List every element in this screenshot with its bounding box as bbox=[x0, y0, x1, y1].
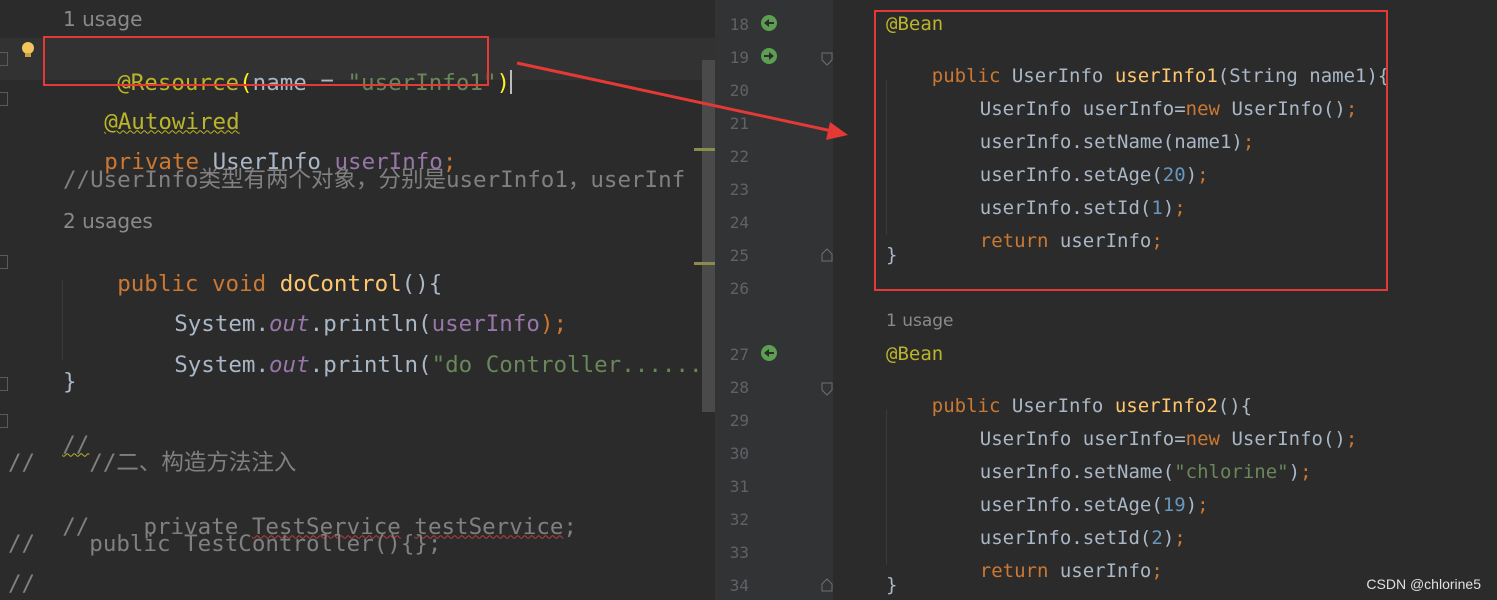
line-number: 25 bbox=[729, 246, 749, 265]
scroll-marker-2 bbox=[694, 262, 715, 265]
line-number: 28 bbox=[729, 378, 749, 397]
comment-empty-line-2: // bbox=[8, 571, 36, 597]
fold-marker-icon[interactable] bbox=[821, 578, 833, 592]
comment-line: //UserInfo类型有两个对象，分别是userInfo1，userInf bbox=[63, 167, 686, 193]
semicolon: ; bbox=[1345, 428, 1358, 450]
scroll-marker-1 bbox=[694, 148, 715, 151]
lightbulb-icon[interactable] bbox=[18, 40, 38, 60]
method-close-brace: } bbox=[63, 369, 77, 395]
gutter-mark-4 bbox=[0, 377, 8, 391]
fold-marker-icon[interactable] bbox=[821, 52, 833, 66]
semicolon: ; bbox=[1151, 560, 1163, 582]
bean-gutter-icon[interactable] bbox=[759, 13, 779, 33]
println-call: .println( bbox=[309, 351, 432, 378]
line-number: 19 bbox=[729, 48, 749, 67]
line-number: 23 bbox=[729, 180, 749, 199]
comment-private-end: ; bbox=[563, 513, 577, 540]
line-number: 34 bbox=[729, 576, 749, 595]
fold-marker-icon[interactable] bbox=[821, 248, 833, 262]
right-editor-pane[interactable]: 18 19 20 21 22 23 24 25 26 27 28 29 30 3… bbox=[715, 0, 1497, 600]
close-paren: ) bbox=[1185, 494, 1198, 516]
comment-public-ctor-line: // public TestController(){}; bbox=[8, 531, 442, 557]
line-number: 21 bbox=[729, 114, 749, 133]
semicolon: ; bbox=[1300, 461, 1312, 483]
return-value: userInfo bbox=[1048, 560, 1152, 582]
bean2-close-brace: } bbox=[886, 574, 898, 596]
bean1-highlight-box bbox=[874, 10, 1388, 291]
resource-highlight-box bbox=[43, 36, 489, 86]
gutter-mark-3 bbox=[0, 255, 8, 269]
line-number: 29 bbox=[729, 411, 749, 430]
line-number: 18 bbox=[729, 15, 749, 34]
gutter-mark-1 bbox=[0, 52, 8, 66]
close-paren-highlight: ) bbox=[496, 69, 511, 96]
usages-hint[interactable]: 2 usages bbox=[63, 211, 153, 231]
line-number: 32 bbox=[729, 510, 749, 529]
line-number: 20 bbox=[729, 81, 749, 100]
usage-hint[interactable]: 1 usage bbox=[886, 313, 954, 330]
watermark: CSDN @chlorine5 bbox=[1366, 576, 1481, 592]
close-paren: ) bbox=[1288, 461, 1301, 483]
line-number: 22 bbox=[729, 147, 749, 166]
semicolon: ; bbox=[1197, 494, 1209, 516]
gutter-mark-2 bbox=[0, 92, 8, 106]
semicolon: ; bbox=[1174, 527, 1186, 549]
line-number: 27 bbox=[729, 345, 749, 364]
out-field: out bbox=[269, 351, 310, 378]
bean-gutter-icon[interactable] bbox=[759, 343, 779, 363]
comment-constructor-line: // //二、构造方法注入 bbox=[8, 450, 297, 476]
line-number: 26 bbox=[729, 279, 749, 298]
bean-annotation: @Bean bbox=[886, 343, 944, 365]
bean-gutter-icon[interactable] bbox=[759, 46, 779, 66]
return-keyword: return bbox=[979, 560, 1049, 582]
line-number: 31 bbox=[729, 477, 749, 496]
line-number: 24 bbox=[729, 213, 749, 232]
vertical-scrollbar[interactable] bbox=[702, 60, 715, 412]
text-caret bbox=[510, 69, 513, 94]
line-number: 33 bbox=[729, 543, 749, 562]
gutter-mark-5 bbox=[0, 414, 8, 428]
println-arg: "do Controller.........' bbox=[431, 351, 715, 378]
line-number: 30 bbox=[729, 444, 749, 463]
close-paren: ) bbox=[1162, 527, 1175, 549]
usage-hint[interactable]: 1 usage bbox=[63, 9, 142, 29]
fold-marker-icon[interactable] bbox=[821, 382, 833, 396]
println-line-2: System.out.println("do Controller.......… bbox=[120, 331, 715, 399]
bean2-return-line: return userInfo; bbox=[934, 543, 1163, 600]
system-class: System. bbox=[174, 351, 270, 378]
left-editor-pane[interactable]: 1 usage @Resource(name = "userInfo1") @A… bbox=[0, 0, 715, 600]
